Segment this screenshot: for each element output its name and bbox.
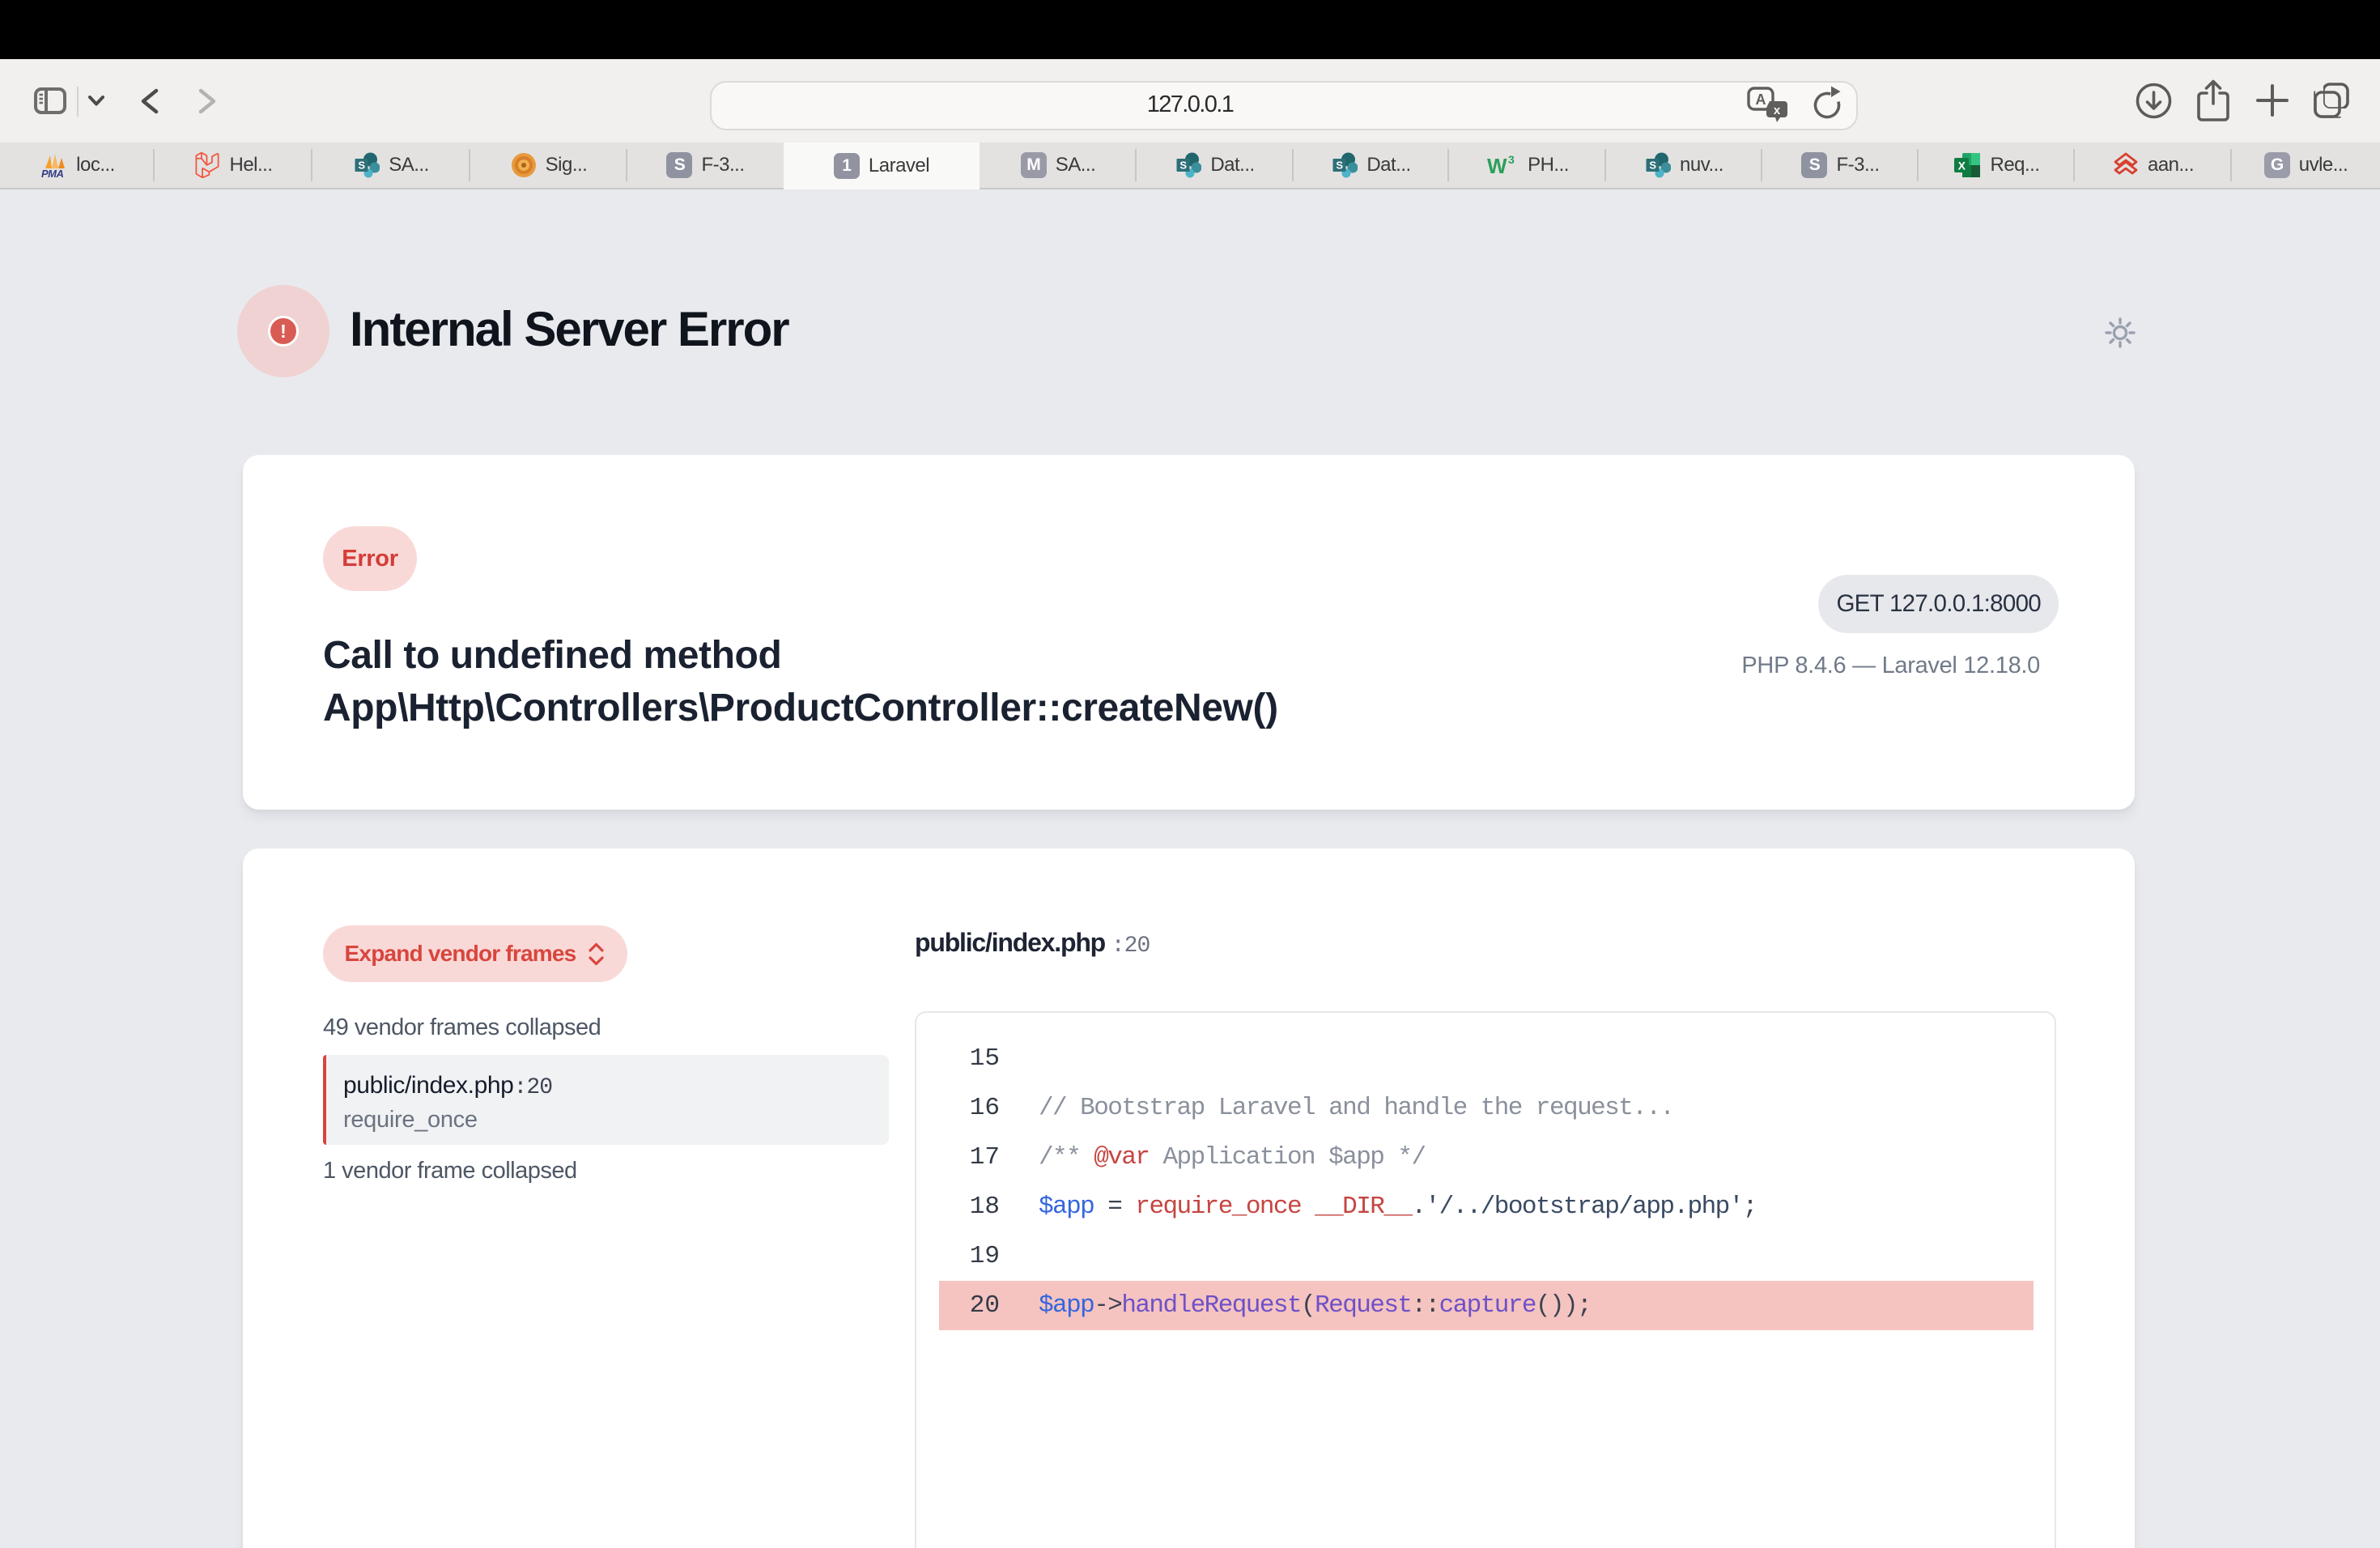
svg-text:S: S	[1649, 159, 1656, 172]
svg-text:S: S	[1337, 159, 1344, 172]
svg-text:A: A	[1756, 91, 1766, 108]
svg-text:PMA: PMA	[41, 168, 64, 178]
svg-text:S: S	[359, 159, 366, 172]
svg-text:W: W	[1487, 154, 1507, 178]
svg-text:S: S	[1180, 159, 1188, 172]
svg-text:3: 3	[1508, 153, 1515, 166]
svg-text:X: X	[1958, 159, 1966, 172]
svg-text:x: x	[1774, 104, 1781, 117]
